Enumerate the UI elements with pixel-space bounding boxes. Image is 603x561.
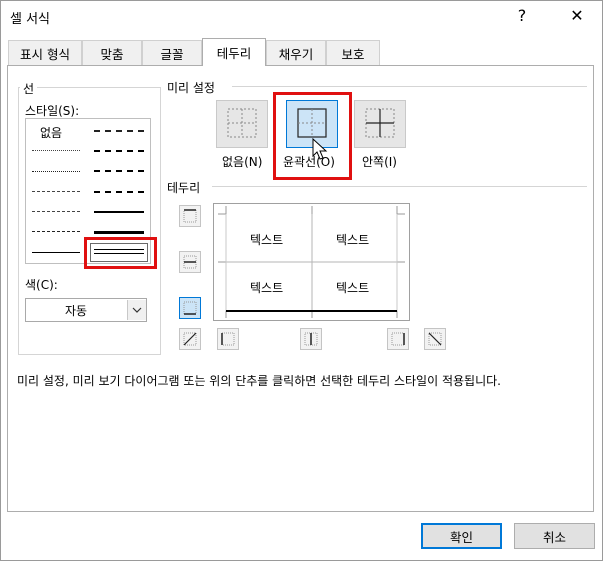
style-thick[interactable] [94, 231, 144, 234]
preview-text-bottom-left: 텍스트 [250, 281, 284, 295]
border-right-button[interactable] [387, 328, 409, 350]
tab-fill[interactable]: 채우기 [266, 40, 326, 65]
ok-button[interactable]: 확인 [421, 523, 502, 549]
style-medium-dashed[interactable] [94, 191, 144, 193]
double-line-highlight [84, 237, 157, 269]
dialog-title: 셀 서식 [10, 12, 51, 27]
preview-text-bottom-right: 텍스트 [336, 281, 370, 295]
outline-preset-highlight [273, 92, 352, 180]
color-dropdown[interactable]: 자동 [25, 298, 147, 322]
border-preview-diagram[interactable]: 텍스트 텍스트 텍스트 텍스트 [213, 203, 410, 321]
border-diagonal-up-button[interactable] [179, 328, 201, 350]
style-medium[interactable] [94, 211, 144, 213]
tab-alignment[interactable]: 맞춤 [82, 40, 142, 65]
preset-none-label: 없음(N) [222, 155, 263, 169]
tab-font[interactable]: 글꼴 [142, 40, 202, 65]
preview-text-top-left: 텍스트 [250, 233, 284, 247]
tab-protection[interactable]: 보호 [326, 40, 380, 65]
tab-number-format[interactable]: 표시 형식 [8, 40, 82, 65]
preset-inside-button[interactable] [354, 100, 406, 148]
style-hair-dotted[interactable] [32, 150, 80, 151]
preset-none-button[interactable] [216, 100, 268, 148]
border-inside-horizontal-button[interactable] [179, 251, 201, 273]
style-dash-dot[interactable] [32, 211, 80, 212]
style-dotted[interactable] [32, 171, 80, 172]
border-label: 테두리 [167, 181, 201, 195]
style-medium-dash-dot[interactable] [94, 170, 144, 172]
style-medium-dash-dot-dot[interactable] [94, 130, 144, 132]
border-diagonal-down-button[interactable] [424, 328, 446, 350]
line-group-label: 선 [20, 80, 38, 97]
tab-border[interactable]: 테두리 [202, 38, 266, 66]
color-value: 자동 [64, 303, 88, 318]
description-text: 미리 설정, 미리 보기 다이어그램 또는 위의 단추를 클릭하면 선택한 테두… [17, 374, 501, 388]
style-slant-dash-dot[interactable] [94, 150, 144, 152]
style-dashed[interactable] [32, 231, 80, 232]
cancel-button[interactable]: 취소 [514, 523, 595, 549]
style-dash-dot-dot[interactable] [32, 191, 80, 192]
style-label: 스타일(S): [25, 104, 80, 118]
presets-label: 미리 설정 [167, 81, 215, 95]
color-label: 색(C): [25, 278, 58, 292]
presets-separator [232, 86, 587, 87]
close-button[interactable]: ✕ [557, 0, 597, 30]
chevron-down-icon[interactable] [127, 300, 146, 320]
style-none-option[interactable]: 없음 [40, 124, 62, 141]
border-inside-vertical-button[interactable] [300, 328, 322, 350]
border-left-button[interactable] [217, 328, 239, 350]
border-top-button[interactable] [179, 205, 201, 227]
preset-inside-label: 안쪽(I) [362, 155, 397, 169]
preview-text-top-right: 텍스트 [336, 233, 370, 247]
border-bottom-button[interactable] [179, 297, 201, 319]
style-thin[interactable] [32, 252, 80, 253]
help-button[interactable]: ? [502, 0, 542, 30]
border-separator [212, 186, 587, 187]
